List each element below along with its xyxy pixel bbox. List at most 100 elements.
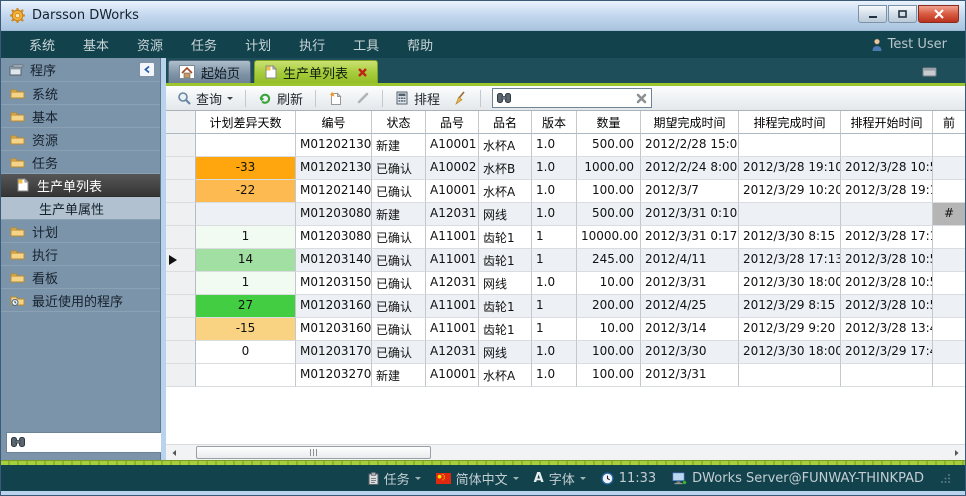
column-header[interactable]: 期望完成时间: [641, 111, 739, 134]
table-row[interactable]: -22M012021401已确认A10001水杯A1.0100.002012/3…: [166, 180, 965, 203]
scrollbar-thumb[interactable]: [196, 446, 431, 459]
cell-item-name[interactable]: 水杯A: [479, 364, 532, 387]
column-header[interactable]: 排程开始时间: [841, 111, 933, 134]
cell-order-no[interactable]: M012030801: [296, 203, 372, 226]
cell-sched-end[interactable]: [739, 134, 841, 157]
cell-due-time[interactable]: 2012/3/31: [641, 272, 739, 295]
tab-start-page[interactable]: 起始页: [168, 60, 251, 83]
cell-qty[interactable]: 500.00: [577, 203, 641, 226]
cell-order-no[interactable]: M012031501: [296, 272, 372, 295]
schedule-button[interactable]: 排程: [390, 87, 445, 110]
cell-diff-days[interactable]: [196, 203, 296, 226]
cell-item-no[interactable]: A11001: [426, 318, 479, 341]
cell-sched-start[interactable]: 2012/3/28 19:10: [841, 180, 933, 203]
cell-item-name[interactable]: 齿轮1: [479, 226, 532, 249]
cell-sched-end[interactable]: [739, 364, 841, 387]
cell-order-no[interactable]: M012021302: [296, 157, 372, 180]
cell-extra[interactable]: [933, 249, 965, 272]
column-header[interactable]: 排程完成时间: [739, 111, 841, 134]
cell-extra[interactable]: [933, 157, 965, 180]
cell-item-no[interactable]: A10001: [426, 134, 479, 157]
cell-sched-end[interactable]: 2012/3/28 19:10: [739, 157, 841, 180]
cell-qty[interactable]: 10.00: [577, 272, 641, 295]
cell-status[interactable]: 已确认: [372, 295, 426, 318]
cell-item-no[interactable]: A12031: [426, 203, 479, 226]
table-row[interactable]: 1M012031501已确认A12031网线1.010.002012/3/312…: [166, 272, 965, 295]
cell-status[interactable]: 已确认: [372, 318, 426, 341]
tab-production-order-list[interactable]: 生产单列表: [254, 60, 378, 83]
cell-sched-start[interactable]: 2012/3/28 17:13: [841, 226, 933, 249]
cell-qty[interactable]: 200.00: [577, 295, 641, 318]
cell-item-no[interactable]: A10001: [426, 180, 479, 203]
row-header-gutter[interactable]: [166, 295, 196, 318]
table-row[interactable]: -33M012021302已确认A10002水杯B1.01000.002012/…: [166, 157, 965, 180]
cell-item-name[interactable]: 齿轮1: [479, 295, 532, 318]
column-header[interactable]: 品号: [426, 111, 479, 134]
table-row[interactable]: 14M012031402已确认A11001齿轮11245.002012/4/11…: [166, 249, 965, 272]
table-row[interactable]: M012030801新建A12031网线1.0500.002012/3/31 0…: [166, 203, 965, 226]
menu-item[interactable]: 计划: [231, 31, 285, 58]
cell-status[interactable]: 新建: [372, 134, 426, 157]
cell-order-no[interactable]: M012031602: [296, 318, 372, 341]
cell-due-time[interactable]: 2012/3/30: [641, 341, 739, 364]
sidebar-item[interactable]: 计划: [1, 220, 160, 243]
cell-sched-start[interactable]: [841, 134, 933, 157]
refresh-button[interactable]: 刷新: [253, 87, 308, 110]
scroll-left-button[interactable]: [166, 445, 182, 460]
cell-diff-days[interactable]: -15: [196, 318, 296, 341]
scroll-right-button[interactable]: [949, 445, 965, 460]
menu-item[interactable]: 执行: [285, 31, 339, 58]
cell-status[interactable]: 新建: [372, 203, 426, 226]
cell-sched-start[interactable]: 2012/3/28 10:52: [841, 295, 933, 318]
cell-qty[interactable]: 500.00: [577, 134, 641, 157]
column-header[interactable]: 版本: [532, 111, 577, 134]
cell-sched-end[interactable]: 2012/3/29 8:15: [739, 295, 841, 318]
cell-order-no[interactable]: M012031701: [296, 341, 372, 364]
grid-filter-input[interactable]: [515, 91, 632, 105]
cell-order-no[interactable]: M012031402: [296, 249, 372, 272]
cell-status[interactable]: 已确认: [372, 180, 426, 203]
table-row[interactable]: 27M012031601已确认A11001齿轮11200.002012/4/25…: [166, 295, 965, 318]
sidebar-item[interactable]: 看板: [1, 266, 160, 289]
close-button[interactable]: [918, 5, 959, 23]
cell-status[interactable]: 已确认: [372, 157, 426, 180]
horizontal-scrollbar[interactable]: [166, 444, 965, 460]
cell-item-name[interactable]: 网线: [479, 272, 532, 295]
sidebar-item[interactable]: 生产单列表: [1, 174, 160, 197]
cell-due-time[interactable]: 2012/3/31 0:17: [641, 226, 739, 249]
cell-extra[interactable]: [933, 134, 965, 157]
cell-version[interactable]: 1.0: [532, 134, 577, 157]
cell-qty[interactable]: 245.00: [577, 249, 641, 272]
column-header[interactable]: 品名: [479, 111, 532, 134]
tasks-menu[interactable]: 任务: [368, 469, 421, 488]
cell-sched-end[interactable]: 2012/3/29 9:20: [739, 318, 841, 341]
cell-sched-end[interactable]: 2012/3/30 8:15: [739, 226, 841, 249]
row-header-gutter[interactable]: [166, 318, 196, 341]
cell-order-no[interactable]: M012021401: [296, 180, 372, 203]
cell-extra[interactable]: [933, 318, 965, 341]
row-header-gutter[interactable]: [166, 157, 196, 180]
table-row[interactable]: -15M012031602已确认A11001齿轮1110.002012/3/14…: [166, 318, 965, 341]
query-dropdown-caret[interactable]: [227, 97, 233, 103]
cell-extra[interactable]: [933, 364, 965, 387]
column-header[interactable]: 计划差异天数: [196, 111, 296, 134]
cell-status[interactable]: 新建: [372, 364, 426, 387]
cell-version[interactable]: 1: [532, 249, 577, 272]
cell-qty[interactable]: 1000.00: [577, 157, 641, 180]
cell-sched-end[interactable]: 2012/3/30 18:00: [739, 341, 841, 364]
cell-item-name[interactable]: 齿轮1: [479, 249, 532, 272]
table-row[interactable]: 0M012031701已确认A12031网线1.0100.002012/3/30…: [166, 341, 965, 364]
cell-item-no[interactable]: A10002: [426, 157, 479, 180]
clear-button[interactable]: [449, 89, 473, 107]
cell-diff-days[interactable]: [196, 364, 296, 387]
cell-item-no[interactable]: A12031: [426, 272, 479, 295]
cell-order-no[interactable]: M012021301: [296, 134, 372, 157]
cell-due-time[interactable]: 2012/3/31: [641, 364, 739, 387]
cell-due-time[interactable]: 2012/4/25: [641, 295, 739, 318]
cell-order-no[interactable]: M012031601: [296, 295, 372, 318]
cell-diff-days[interactable]: [196, 134, 296, 157]
cell-status[interactable]: 已确认: [372, 249, 426, 272]
cell-sched-start[interactable]: 2012/3/28 10:52: [841, 249, 933, 272]
cell-sched-start[interactable]: 2012/3/29 17:46: [841, 341, 933, 364]
cell-sched-start[interactable]: [841, 364, 933, 387]
